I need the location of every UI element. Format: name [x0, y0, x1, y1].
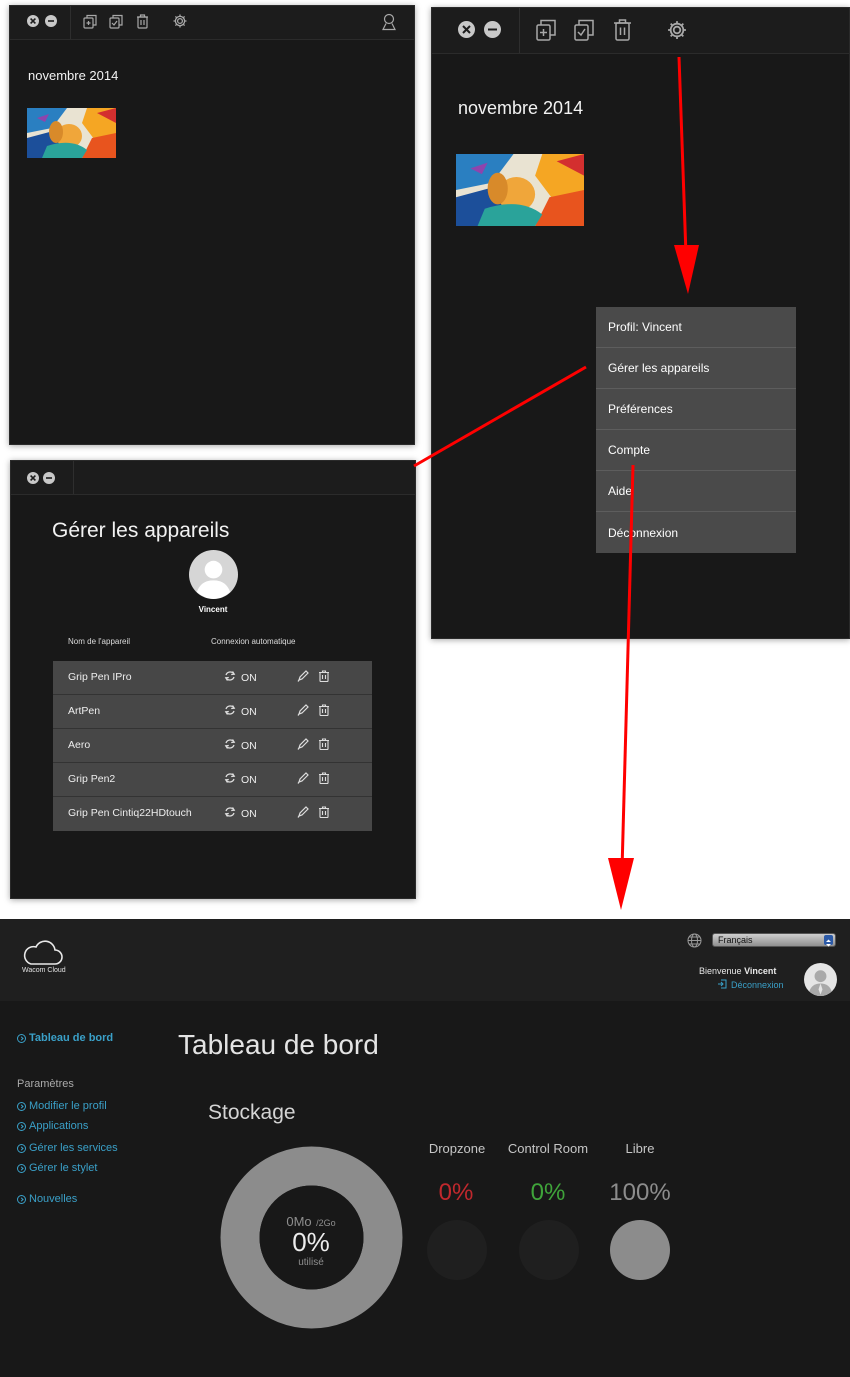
arrow-menu-to-devices [413, 365, 587, 468]
arrow-menu-to-dashboard [608, 464, 635, 910]
annotation-arrows [413, 56, 699, 910]
arrow-gear-to-menu [674, 56, 699, 294]
